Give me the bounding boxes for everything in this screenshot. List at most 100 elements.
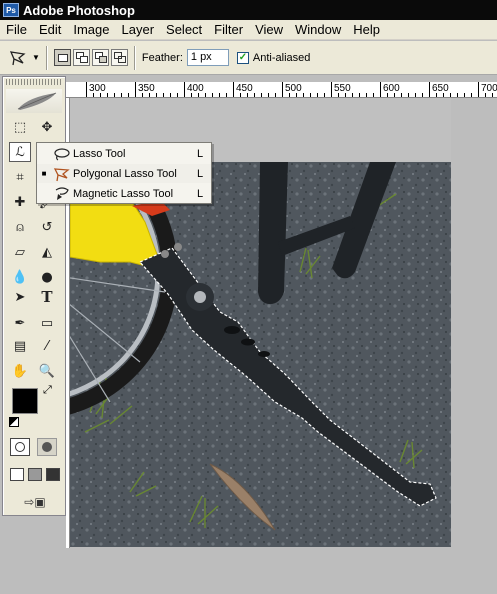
feather-control: Feather: 1 px xyxy=(142,49,229,66)
selection-mode-group xyxy=(53,49,128,66)
notes-icon: ▤ xyxy=(13,338,27,354)
ruler-tick xyxy=(296,93,297,97)
ruler-tick xyxy=(226,93,227,97)
paint-bucket-icon: ◭ xyxy=(42,244,52,260)
standard-screen-mode-button[interactable] xyxy=(10,468,24,481)
ruler-tick xyxy=(324,93,325,97)
ruler-tick xyxy=(359,93,360,97)
ruler-tick xyxy=(261,93,262,97)
separator xyxy=(45,45,48,70)
crop-tool-button[interactable]: ⌗ xyxy=(9,167,31,187)
path-selection-icon: ➤ xyxy=(14,289,26,305)
polygonal-lasso-icon xyxy=(51,166,73,182)
polygonal-lasso-tool-button[interactable]: ℒ xyxy=(9,142,31,162)
hand-tool-button[interactable]: ✋ xyxy=(9,361,31,381)
marquee-tool-button[interactable]: ⬚ xyxy=(9,117,31,137)
eraser-icon: ▱ xyxy=(15,244,25,260)
menu-window[interactable]: Window xyxy=(289,22,347,37)
flyout-item-magnetic-lasso[interactable]: Magnetic Lasso Tool L xyxy=(37,184,211,203)
blur-tool-button[interactable]: 💧 xyxy=(9,267,31,287)
flyout-item-polygonal-lasso[interactable]: ■ Polygonal Lasso Tool L xyxy=(37,164,211,183)
eyedropper-tool-button[interactable]: ⁄ xyxy=(36,336,58,356)
rectangle-tool-button[interactable]: ▭ xyxy=(36,313,58,333)
menu-edit[interactable]: Edit xyxy=(33,22,67,37)
notes-tool-button[interactable]: ▤ xyxy=(9,336,31,356)
ruler-tick xyxy=(275,93,276,97)
healing-brush-tool-button[interactable]: ✚ xyxy=(9,192,31,212)
ruler-tick xyxy=(289,93,290,97)
toolbox-grip[interactable] xyxy=(6,79,62,85)
ruler-tick xyxy=(345,93,346,97)
menu-layer[interactable]: Layer xyxy=(116,22,161,37)
menu-file[interactable]: File xyxy=(0,22,33,37)
window-title: Adobe Photoshop xyxy=(23,2,135,18)
ruler-tick xyxy=(429,82,430,97)
ruler-label: 400 xyxy=(187,83,204,94)
flyout-item-lasso[interactable]: Lasso Tool L xyxy=(37,144,211,163)
menu-filter[interactable]: Filter xyxy=(208,22,249,37)
ruler-tick xyxy=(149,93,150,97)
full-screen-menu-mode-button[interactable] xyxy=(28,468,42,481)
feather-input[interactable]: 1 px xyxy=(186,49,229,66)
toolbox-header[interactable] xyxy=(6,89,62,113)
menu-view[interactable]: View xyxy=(249,22,289,37)
rectangle-icon: ▭ xyxy=(40,315,54,331)
menu-select[interactable]: Select xyxy=(160,22,208,37)
ruler-tick xyxy=(471,93,472,97)
type-tool-button[interactable]: T xyxy=(36,287,58,307)
add-to-selection-button[interactable] xyxy=(72,49,90,66)
ruler-tick xyxy=(93,93,94,97)
ruler-tick xyxy=(184,82,185,97)
ruler-tick xyxy=(394,93,395,97)
flyout-item-shortcut: L xyxy=(197,187,204,200)
horizontal-ruler: 300 350 400 450 500 550 600 650 700 xyxy=(66,82,497,98)
ruler-tick xyxy=(268,93,269,97)
clone-stamp-tool-button[interactable]: ⍝ xyxy=(9,217,31,237)
ruler-tick xyxy=(86,82,87,97)
standard-mode-button[interactable] xyxy=(10,438,30,456)
move-tool-button[interactable]: ✥ xyxy=(36,117,58,137)
photo-kickstand[interactable] xyxy=(70,162,451,547)
full-screen-mode-button[interactable] xyxy=(46,468,60,481)
ruler-tick xyxy=(254,93,255,97)
photo-image xyxy=(70,162,451,547)
feather-icon xyxy=(17,92,57,110)
ruler-tick xyxy=(422,93,423,97)
menu-bar: File Edit Image Layer Select Filter View… xyxy=(0,20,497,40)
anti-aliased-checkbox[interactable]: ✓ xyxy=(236,51,249,64)
chevron-down-icon: ▼ xyxy=(32,53,40,62)
zoom-tool-button[interactable]: 🔍 xyxy=(36,361,58,381)
ruler-label: 700 xyxy=(481,83,497,94)
intersect-selection-button[interactable] xyxy=(110,49,128,66)
pen-tool-button[interactable]: ✒ xyxy=(9,313,31,333)
quick-mask-button[interactable] xyxy=(37,438,57,456)
ruler-tick xyxy=(485,93,486,97)
ruler-tick xyxy=(177,93,178,97)
subtract-from-selection-button[interactable] xyxy=(91,49,109,66)
ruler-tick xyxy=(415,93,416,97)
ruler-tick xyxy=(114,93,115,97)
ruler-tick xyxy=(212,93,213,97)
clone-stamp-icon: ⍝ xyxy=(16,219,24,235)
ruler-tick xyxy=(373,93,374,97)
eraser-tool-button[interactable]: ▱ xyxy=(9,242,31,262)
selected-bullet-icon: ■ xyxy=(41,169,47,178)
polygonal-lasso-icon: ℒ xyxy=(15,144,25,160)
anti-aliased-control: ✓ Anti-aliased xyxy=(236,51,310,64)
ruler-tick xyxy=(317,93,318,97)
ruler-label: 650 xyxy=(432,83,449,94)
new-selection-button[interactable] xyxy=(53,49,71,66)
dodge-tool-button[interactable]: ● xyxy=(36,267,58,287)
foreground-color-swatch[interactable] xyxy=(12,388,38,414)
jump-to-imageready-button[interactable]: ⇨▣ xyxy=(10,493,60,510)
menu-help[interactable]: Help xyxy=(347,22,386,37)
history-brush-tool-button[interactable]: ↺ xyxy=(36,217,58,237)
ruler-tick xyxy=(310,93,311,97)
swap-colors-icon[interactable]: ⤢ xyxy=(43,383,52,397)
ruler-tick xyxy=(303,93,304,97)
default-colors-icon[interactable] xyxy=(9,417,19,427)
path-selection-tool-button[interactable]: ➤ xyxy=(9,287,31,307)
paint-bucket-tool-button[interactable]: ◭ xyxy=(36,242,58,262)
menu-image[interactable]: Image xyxy=(67,22,115,37)
tool-preset-picker[interactable]: ▼ xyxy=(8,49,40,67)
